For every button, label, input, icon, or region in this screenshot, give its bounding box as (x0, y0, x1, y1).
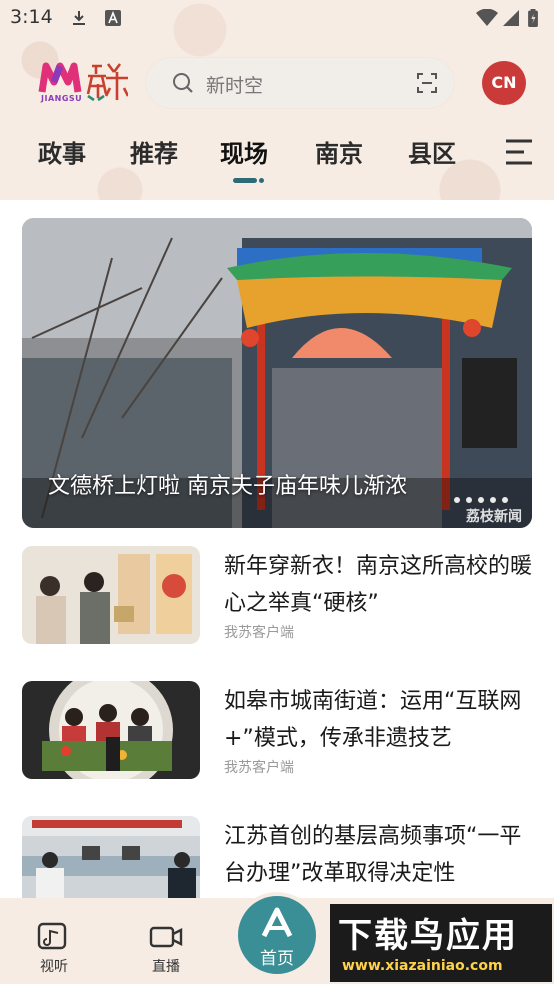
signal-icon (503, 10, 519, 26)
home-label: 首页 (260, 949, 294, 969)
channel-tabs: 政事 推荐 现场 南京 县区 (0, 130, 554, 190)
ad-main-text: 下载鸟应用 (338, 916, 518, 956)
news-thumbnail (22, 546, 200, 644)
carousel-dot[interactable] (490, 497, 496, 503)
tab-politics[interactable]: 政事 (38, 134, 86, 169)
app-notification-icon (105, 10, 121, 26)
battery-icon (528, 9, 538, 27)
nav-video-audio[interactable]: 视听 (24, 922, 84, 976)
news-title: 新年穿新衣！南京这所高校的暖心之举真“硬核” (224, 554, 533, 616)
carousel-dot[interactable] (466, 497, 472, 503)
language-avatar[interactable]: CN (482, 61, 526, 105)
active-tab-indicator (233, 178, 257, 183)
download-ad-banner[interactable]: 下载鸟应用 www.xiazainiao.com (330, 904, 552, 982)
home-button[interactable]: 首页 (238, 896, 316, 974)
search-placeholder: 新时空 (206, 75, 264, 97)
status-bar: 3:14 (0, 0, 554, 36)
search-icon (173, 73, 193, 93)
download-icon (73, 11, 85, 25)
app-logo[interactable]: JIANGSU (38, 60, 130, 108)
search-bar[interactable]: 新时空 (146, 58, 454, 108)
video-camera-icon (149, 926, 183, 948)
news-item[interactable]: 新年穿新衣！南京这所高校的暖心之举真“硬核” 我苏客户端 (22, 546, 532, 646)
news-source: 我苏客户端 (224, 760, 294, 776)
news-item[interactable]: 如皋市城南街道：运用“互联网+”模式，传承非遗技艺 我苏客户端 (22, 681, 532, 781)
tab-nanjing[interactable]: 南京 (315, 134, 363, 169)
hero-watermark: 荔枝新闻 (466, 509, 522, 525)
carousel-dot[interactable] (478, 497, 484, 503)
ad-url-text: www.xiazainiao.com (342, 958, 503, 974)
news-title: 如皋市城南街道：运用“互联网+”模式，传承非遗技艺 (224, 689, 522, 751)
nav-label: 直播 (152, 959, 180, 975)
app-header: 3:14 JIANGSU 新时空 CN 政事 推荐 现场 南京 县区 (0, 0, 554, 200)
nav-live[interactable]: 直播 (136, 922, 196, 976)
nav-label: 视听 (40, 959, 68, 975)
scan-icon[interactable] (416, 72, 438, 94)
menu-icon[interactable] (504, 138, 534, 166)
carousel-dot[interactable] (502, 497, 508, 503)
tab-county[interactable]: 县区 (408, 134, 456, 169)
tab-live-scene[interactable]: 现场 (220, 134, 268, 169)
logo-text: JIANGSU (41, 94, 83, 103)
carousel-indicator (454, 497, 508, 503)
tab-recommend[interactable]: 推荐 (130, 134, 178, 169)
wifi-icon (476, 9, 498, 26)
news-title: 江苏首创的基层高频事项“一平台办理”改革取得决定性 (224, 824, 522, 886)
hero-carousel[interactable]: 文德桥上灯啦 南京夫子庙年味儿渐浓 荔枝新闻 (22, 218, 532, 528)
video-audio-icon (37, 922, 67, 950)
news-source: 我苏客户端 (224, 625, 294, 641)
active-tab-dot (259, 178, 264, 183)
status-time: 3:14 (10, 6, 53, 28)
news-thumbnail (22, 681, 200, 779)
carousel-dot[interactable] (454, 497, 460, 503)
hero-title: 文德桥上灯啦 南京夫子庙年味儿渐浓 (48, 474, 407, 499)
